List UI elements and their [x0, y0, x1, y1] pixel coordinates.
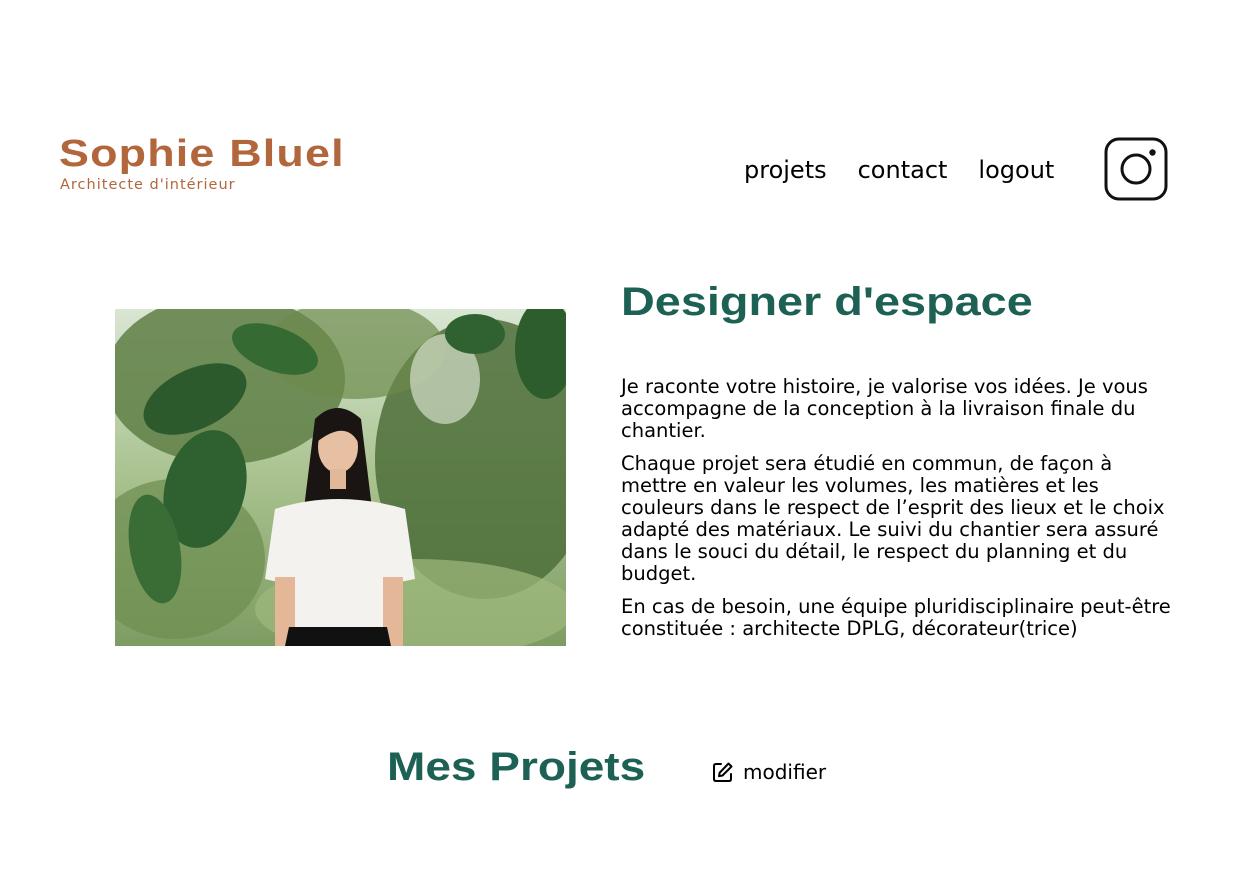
brand-name: Sophie Bluel: [59, 133, 345, 175]
instagram-icon: [1104, 137, 1168, 201]
architect-portrait-photo: [115, 309, 566, 646]
intro-paragraph: Je raconte votre histoire, je valorise v…: [621, 375, 1148, 442]
portrait-illustration: [115, 309, 566, 646]
page: Sophie Bluel Architecte d'intérieur proj…: [0, 0, 1240, 890]
nav-link-logout[interactable]: logout: [978, 156, 1054, 184]
brand-tagline: Architecte d'intérieur: [60, 177, 236, 193]
nav-link-projects[interactable]: projets: [744, 156, 827, 184]
intro-paragraph: En cas de besoin, une équipe pluridiscip…: [621, 595, 1171, 640]
nav-link-contact[interactable]: contact: [858, 156, 948, 184]
intro-paragraph: Chaque projet sera étudié en commun, de …: [621, 452, 1165, 585]
instagram-link[interactable]: [1104, 137, 1168, 201]
intro-text: Je raconte votre histoire, je valorise v…: [621, 376, 1173, 651]
intro-title: Designer d'espace: [621, 280, 1033, 324]
portfolio-title: Mes Projets: [387, 745, 646, 789]
pen-to-square-icon: [713, 762, 733, 782]
main-nav: projets contact logout: [744, 156, 1054, 184]
edit-projects-label: modifier: [743, 760, 827, 784]
edit-projects-button[interactable]: modifier: [712, 760, 826, 784]
